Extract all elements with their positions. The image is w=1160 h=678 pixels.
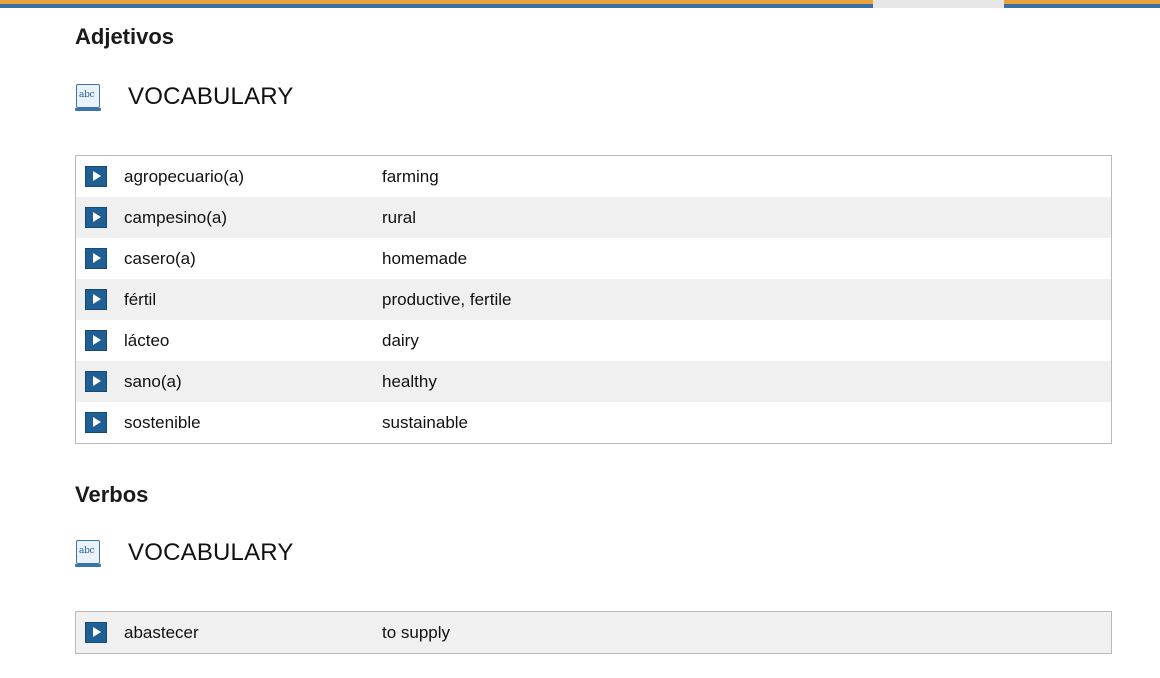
abc-book-icon: abc [75, 539, 103, 567]
play-audio-button[interactable] [85, 166, 107, 187]
vocab-row: casero(a) homemade [76, 238, 1111, 279]
play-audio-button[interactable] [85, 412, 107, 433]
vocab-definition: farming [382, 166, 439, 186]
play-audio-button[interactable] [85, 207, 107, 228]
section-heading-adjetivos: Adjetivos [75, 24, 175, 49]
abc-book-icon: abc [75, 83, 103, 111]
vocabulary-header-verbos: abc VOCABULARY [75, 536, 294, 570]
play-audio-button[interactable] [85, 330, 107, 351]
vocab-term: campesino(a) [124, 207, 227, 227]
vocab-definition: dairy [382, 330, 419, 350]
vocab-row: sano(a) healthy [76, 361, 1111, 402]
vocab-row: lácteo dairy [76, 320, 1111, 361]
vocab-row: abastecer to supply [76, 612, 1111, 653]
vocab-definition: healthy [382, 371, 437, 391]
vocab-term: fértil [124, 289, 157, 309]
vocab-row: fértil productive, fertile [76, 279, 1111, 320]
vocab-row: sostenible sustainable [76, 402, 1111, 443]
play-audio-button[interactable] [85, 622, 107, 643]
vocab-term: sostenible [124, 412, 201, 432]
vocabulary-title: VOCABULARY [128, 539, 294, 566]
vocab-definition: sustainable [382, 412, 469, 432]
vocab-term: lácteo [124, 330, 170, 350]
vocab-term: casero(a) [124, 248, 196, 268]
top-bar-tab[interactable] [873, 0, 1004, 8]
play-audio-button[interactable] [85, 289, 107, 310]
vocab-definition: rural [382, 207, 417, 227]
section-heading-verbos: Verbos [75, 482, 149, 507]
vocab-term: abastecer [124, 622, 199, 642]
vocabulary-table-verbos: abastecer to supply [75, 611, 1112, 654]
vocab-row: agropecuario(a) farming [76, 156, 1111, 197]
play-audio-button[interactable] [85, 248, 107, 269]
play-audio-button[interactable] [85, 371, 107, 392]
vocab-definition: homemade [382, 248, 468, 268]
vocabulary-header-adjetivos: abc VOCABULARY [75, 80, 294, 114]
vocab-term: agropecuario(a) [124, 166, 245, 186]
vocab-term: sano(a) [124, 371, 182, 391]
vocab-definition: productive, fertile [382, 289, 512, 309]
vocab-definition: to supply [382, 622, 451, 642]
vocabulary-title: VOCABULARY [128, 83, 294, 110]
vocab-row: campesino(a) rural [76, 197, 1111, 238]
vocabulary-table-adjetivos: agropecuario(a) farming campesino(a) rur… [75, 155, 1112, 444]
